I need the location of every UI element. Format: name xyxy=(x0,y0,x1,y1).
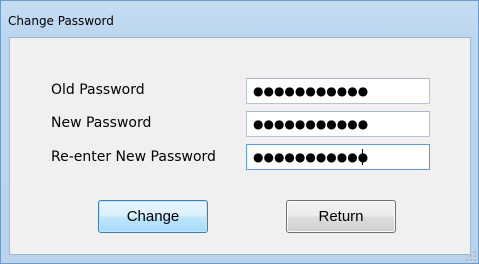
reenter-password-label: Re-enter New Password xyxy=(51,149,216,165)
change-password-window: Change Password Old Password New Passwor… xyxy=(0,0,479,264)
resize-grip-icon[interactable] xyxy=(466,251,476,261)
new-password-label: New Password xyxy=(51,115,152,131)
text-caret xyxy=(362,149,363,165)
change-button[interactable]: Change xyxy=(98,200,208,233)
old-password-label: Old Password xyxy=(51,82,145,98)
title-bar[interactable]: Change Password xyxy=(1,1,478,37)
return-button[interactable]: Return xyxy=(286,200,396,233)
reenter-password-field[interactable] xyxy=(246,144,430,170)
window-title: Change Password xyxy=(8,14,114,28)
new-password-field[interactable] xyxy=(246,111,430,137)
dialog-client-area: Old Password New Password Re-enter New P… xyxy=(9,37,471,255)
old-password-field[interactable] xyxy=(246,78,430,104)
